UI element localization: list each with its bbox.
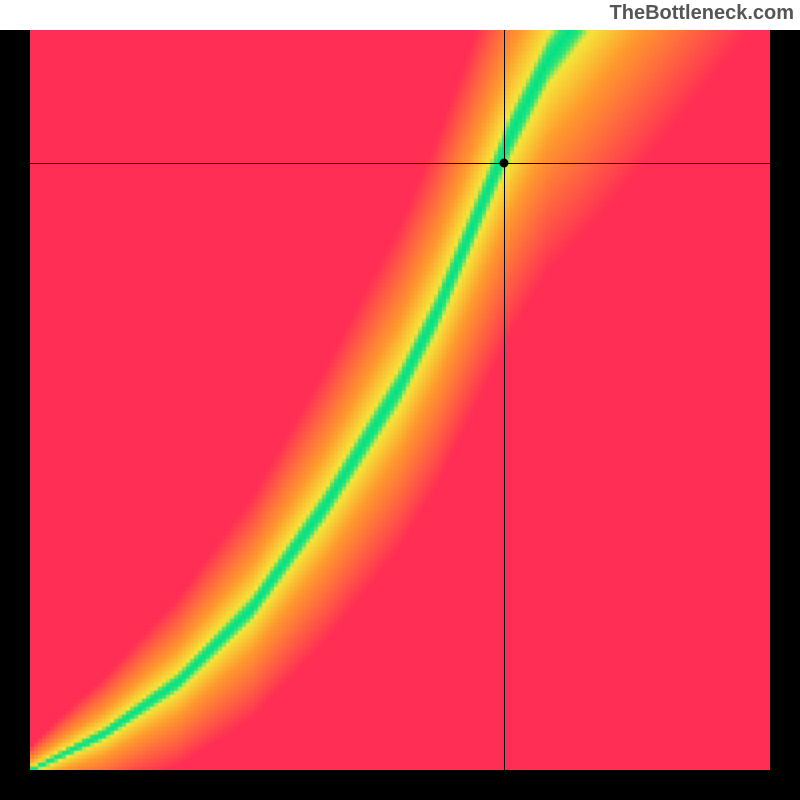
crosshair-vertical	[504, 30, 505, 770]
crosshair-marker	[499, 159, 508, 168]
heatmap-canvas	[30, 30, 770, 770]
attribution-label: TheBottleneck.com	[0, 0, 800, 30]
chart-container: TheBottleneck.com	[0, 0, 800, 800]
attribution-text: TheBottleneck.com	[610, 2, 794, 24]
crosshair-horizontal	[30, 163, 770, 164]
heatmap-plot	[30, 30, 770, 770]
